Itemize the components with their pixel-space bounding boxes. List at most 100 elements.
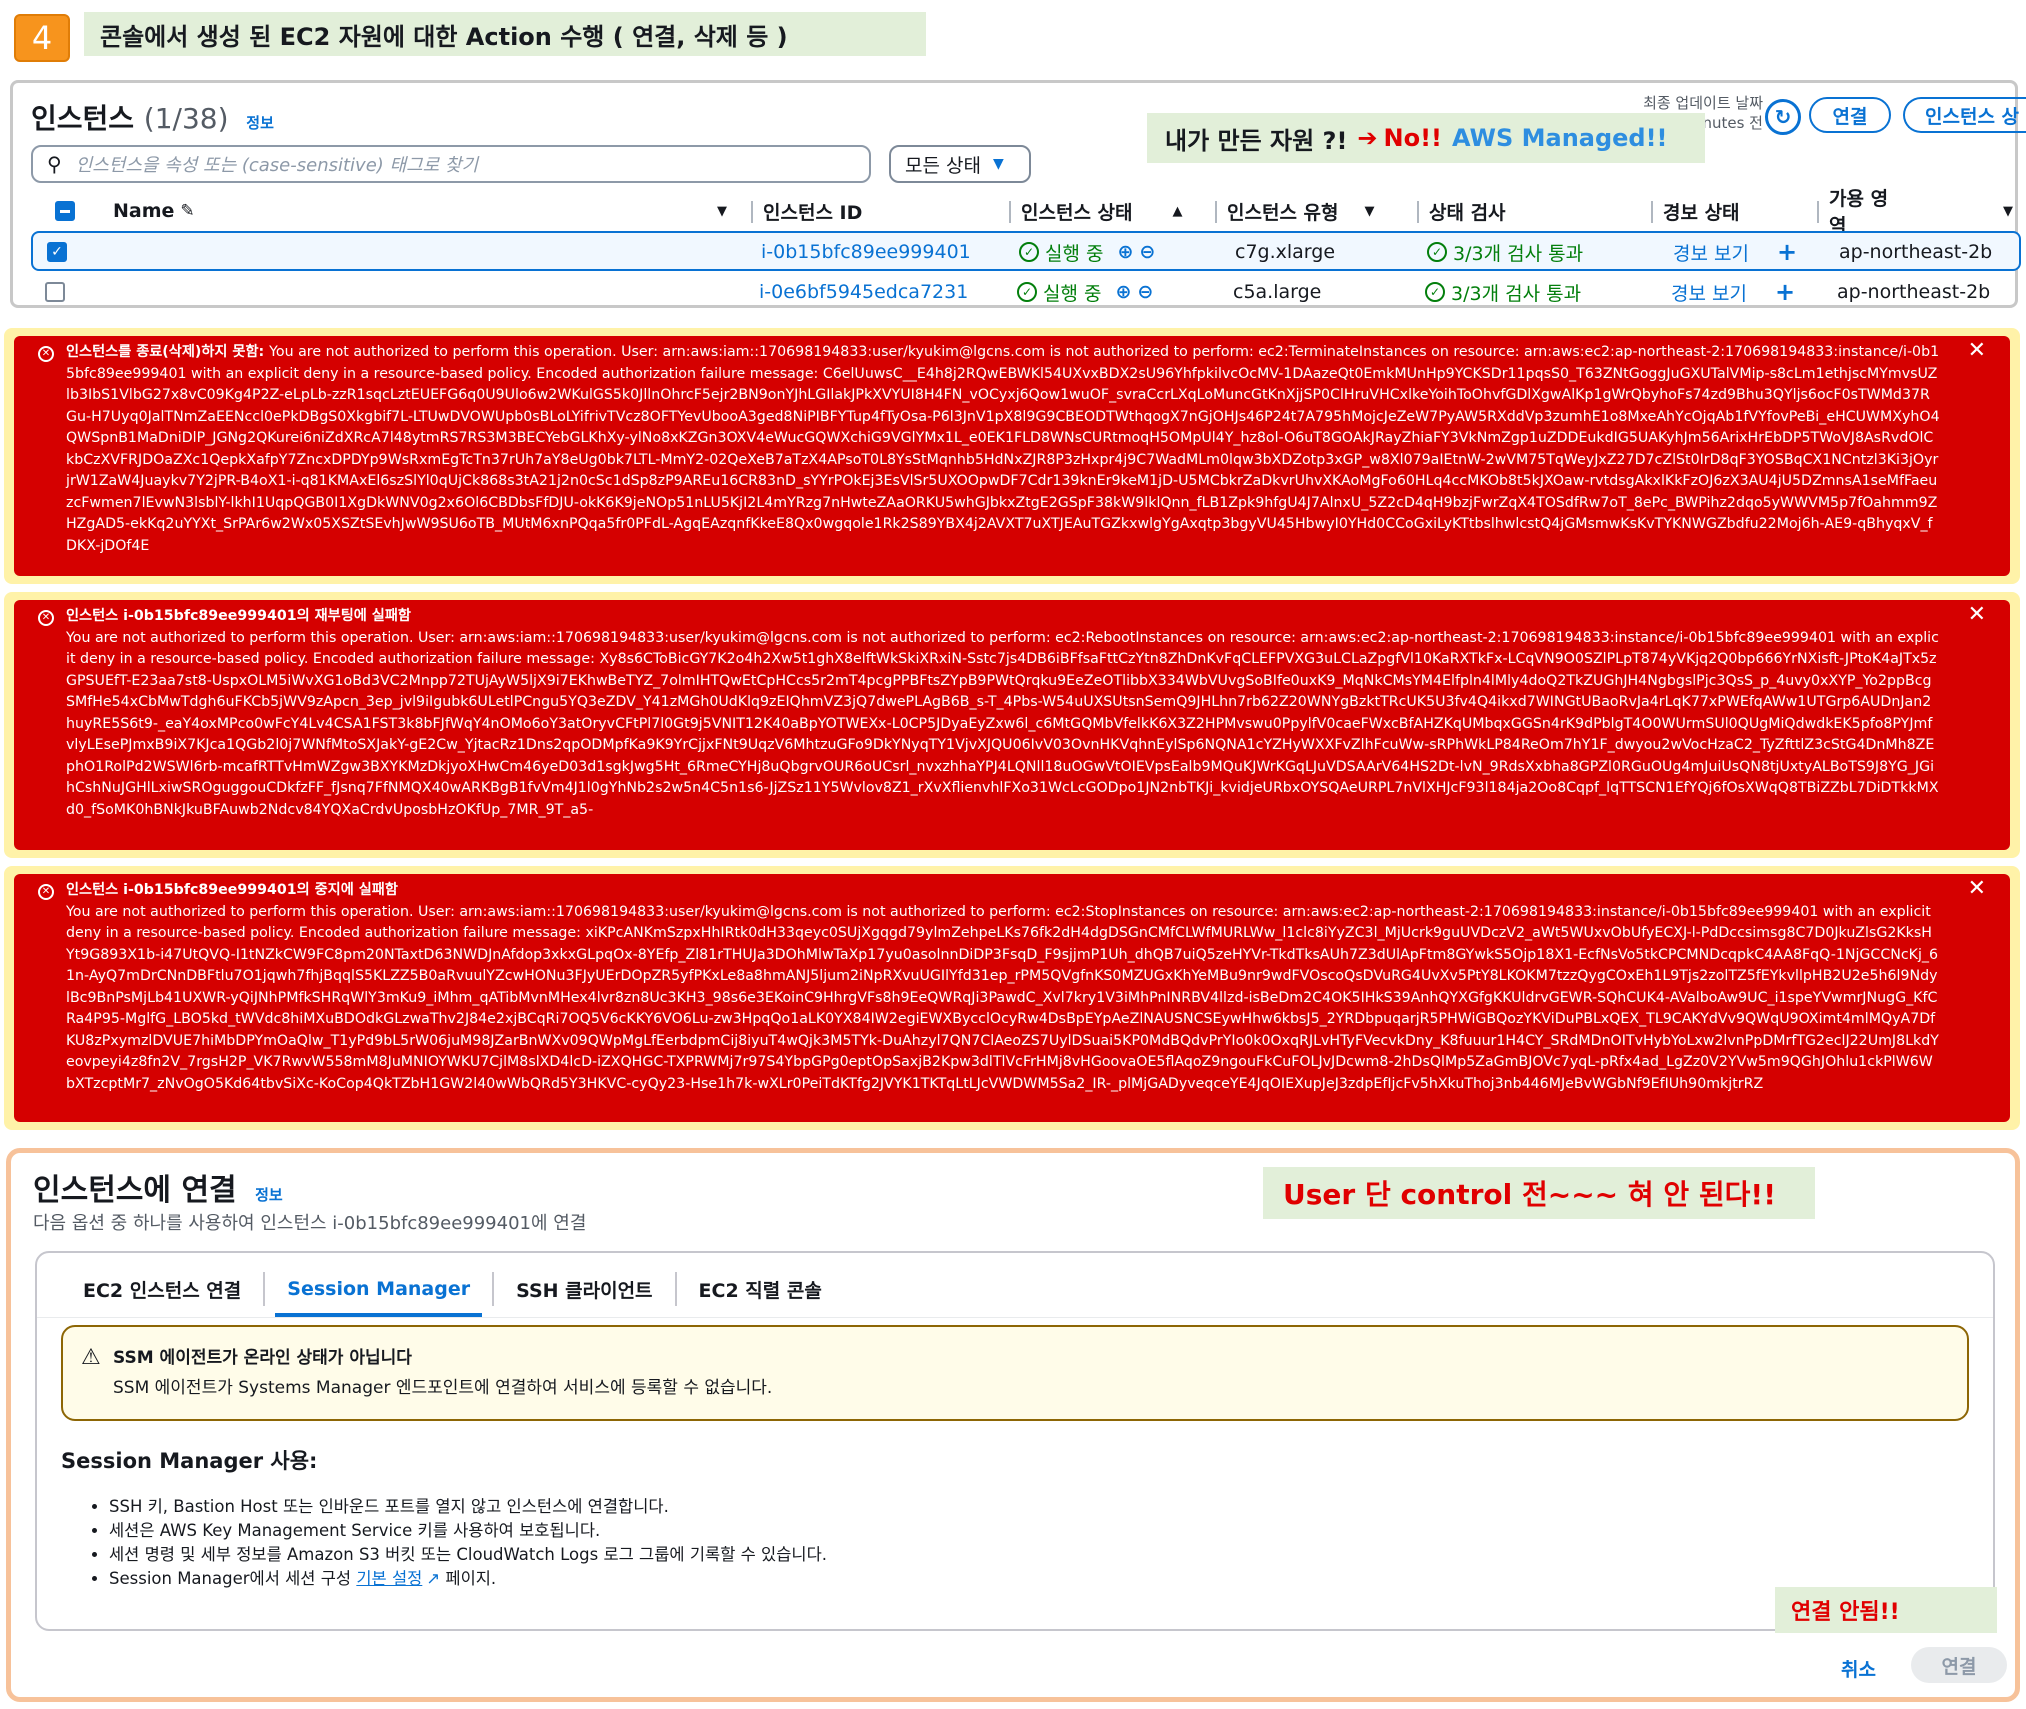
error-title: 인스턴스 i-0b15bfc89ee999401의 중지에 실패함	[66, 882, 398, 898]
tab-session-manager[interactable]: Session Manager	[265, 1261, 492, 1317]
tab-ec2-instance-connect[interactable]: EC2 인스턴스 연결	[61, 1261, 263, 1317]
connect-button[interactable]: 연결	[1809, 97, 1891, 133]
instances-info-link[interactable]: 정보	[246, 114, 274, 132]
connect-submit-button[interactable]: 연결	[1911, 1647, 2007, 1683]
terminate-error-panel: ✕ ✕ 인스턴스를 종료(삭제)하지 못함: You are not autho…	[4, 328, 2020, 584]
table-row[interactable]: ✓ i-0b15bfc89ee999401 ✓ 실행 중 ⊕⊖ c7g.xlarge…	[31, 231, 2021, 271]
error-message: You are not authorized to perform this o…	[66, 903, 1939, 1092]
column-instance-id[interactable]: 인스턴스 ID	[751, 191, 862, 231]
caret-down-icon: ▼	[992, 156, 1004, 172]
tab-ec2-serial-console[interactable]: EC2 직렬 콘솔	[677, 1261, 844, 1317]
connect-instance-panel: 인스턴스에 연결 정보 다음 옵션 중 하나를 사용하여 인스턴스 i-0b15…	[6, 1148, 2020, 1702]
check-circle-icon: ✓	[1017, 282, 1037, 302]
instances-count: (1/38)	[143, 102, 229, 135]
stop-error-flash: ✕ ✕ 인스턴스 i-0b15bfc89ee999401의 중지에 실패함 Yo…	[14, 874, 2010, 1122]
table-row[interactable]: i-0e6bf5945edca7231 ✓ 실행 중 ⊕⊖ c5a.large ✓ 3…	[31, 273, 2021, 313]
column-alarm-status[interactable]: 경보 상태	[1651, 191, 1740, 231]
select-all-checkbox[interactable]	[55, 201, 75, 221]
column-name[interactable]: Name ✎	[113, 191, 195, 231]
instance-id-link[interactable]: i-0b15bfc89ee999401	[761, 233, 971, 271]
availability-zone: ap-northeast-2b	[1837, 281, 1991, 303]
instances-panel: 인스턴스 (1/38) 정보 최종 업데이트 날짜 inutes 전 ↻ 연결 …	[10, 80, 2026, 308]
connect-title: 인스턴스에 연결	[33, 1173, 237, 1208]
reboot-error-panel: ✕ ✕ 인스턴스 i-0b15bfc89ee999401의 재부팅에 실패함 Y…	[4, 592, 2020, 858]
error-title: 인스턴스를 종료(삭제)하지 못함:	[66, 344, 270, 360]
connect-heading: 인스턴스에 연결 정보	[33, 1165, 283, 1209]
list-item: 세션 명령 및 세부 정보를 Amazon S3 버킷 또는 CloudWatc…	[109, 1543, 827, 1567]
list-item: Session Manager에서 세션 구성 기본 설정↗ 페이지.	[109, 1567, 827, 1591]
stop-error-panel: ✕ ✕ 인스턴스 i-0b15bfc89ee999401의 중지에 실패함 Yo…	[4, 866, 2020, 1130]
error-circle-icon: ✕	[38, 884, 54, 900]
connect-fail-annotation: 연결 안됨!!	[1775, 1587, 1997, 1633]
step-number-badge: 4	[14, 14, 70, 62]
availability-zone: ap-northeast-2b	[1839, 241, 1993, 263]
list-item: SSH 키, Bastion Host 또는 인바운드 포트를 열지 않고 인스…	[109, 1495, 827, 1519]
sort-desc-icon: ▼	[1364, 203, 1375, 219]
refresh-icon: ↻	[1774, 105, 1792, 129]
instance-type: c7g.xlarge	[1235, 241, 1336, 263]
session-manager-heading: Session Manager 사용:	[61, 1449, 318, 1473]
managed-annotation-prefix: 내가 만든 자원 ?!	[1165, 126, 1348, 155]
connect-tabs: EC2 인스턴스 연결 Session Manager SSH 클라이언트 EC…	[61, 1261, 844, 1317]
tab-ssh-client[interactable]: SSH 클라이언트	[494, 1261, 674, 1317]
close-icon[interactable]: ✕	[1968, 878, 1986, 900]
check-circle-icon: ✓	[1427, 242, 1447, 262]
reboot-error-flash: ✕ ✕ 인스턴스 i-0b15bfc89ee999401의 재부팅에 실패함 Y…	[14, 600, 2010, 850]
instance-search-input[interactable]: ⚲ 인스턴스을 속성 또는 (case-sensitive) 태그로 찾기	[31, 145, 871, 183]
row-checkbox[interactable]: ✓	[47, 242, 67, 262]
managed-annotation: 내가 만든 자원 ?! ➔ No!! AWS Managed!!	[1147, 113, 1705, 163]
error-circle-icon: ✕	[38, 610, 54, 626]
terminate-error-flash: ✕ ✕ 인스턴스를 종료(삭제)하지 못함: You are not autho…	[14, 336, 2010, 576]
zoom-icons[interactable]: ⊕⊖	[1115, 281, 1159, 303]
alarm-status[interactable]: 경보 보기 +	[1671, 273, 1795, 311]
plus-icon[interactable]: +	[1775, 278, 1795, 306]
column-instance-type[interactable]: 인스턴스 유형 ▼	[1215, 191, 1375, 231]
check-circle-icon: ✓	[1019, 242, 1039, 262]
managed-annotation-aws: AWS Managed!!	[1452, 124, 1668, 152]
close-icon[interactable]: ✕	[1968, 604, 1986, 626]
instance-state: ✓ 실행 중 ⊕⊖	[1017, 273, 1159, 311]
search-placeholder: 인스턴스을 속성 또는 (case-sensitive) 태그로 찾기	[75, 155, 479, 176]
plus-icon[interactable]: +	[1777, 238, 1797, 266]
column-availability-zone[interactable]: 가용 영역 ▼	[1817, 188, 2013, 237]
connect-info-link[interactable]: 정보	[255, 1186, 283, 1204]
external-link-icon: ↗	[426, 1569, 441, 1588]
instance-type: c5a.large	[1233, 281, 1322, 303]
cancel-button[interactable]: 취소	[1841, 1655, 1876, 1682]
refresh-button[interactable]: ↻	[1765, 99, 1801, 135]
error-message: You are not authorized to perform this o…	[66, 629, 1939, 818]
preferences-link[interactable]: 기본 설정	[356, 1569, 422, 1588]
step-title: 콘솔에서 생성 된 EC2 자원에 대한 Action 수행 ( 연결, 삭제 …	[84, 12, 926, 56]
error-message: You are not authorized to perform this o…	[66, 344, 1940, 554]
status-filter-select[interactable]: 모든 상태 ▼	[889, 145, 1031, 183]
error-circle-icon: ✕	[38, 346, 54, 362]
alarm-status[interactable]: 경보 보기 +	[1673, 233, 1797, 271]
zoom-icons[interactable]: ⊕⊖	[1117, 241, 1161, 263]
instance-state-button[interactable]: 인스턴스 상	[1903, 97, 2026, 133]
error-title: 인스턴스 i-0b15bfc89ee999401의 재부팅에 실패함	[66, 608, 411, 624]
step-number: 4	[31, 19, 53, 57]
session-manager-benefits: SSH 키, Bastion Host 또는 인바운드 포트를 열지 않고 인스…	[109, 1495, 827, 1591]
column-instance-state[interactable]: 인스턴스 상태 ▲	[1009, 191, 1183, 231]
arrow-icon: ➔	[1357, 124, 1378, 152]
name-filter-caret[interactable]: ▼	[707, 191, 727, 231]
instances-title: 인스턴스	[31, 102, 135, 135]
warning-title: SSM 에이전트가 온라인 상태가 아닙니다	[113, 1348, 412, 1368]
edit-icon: ✎	[180, 201, 195, 221]
instance-id-link[interactable]: i-0e6bf5945edca7231	[759, 273, 968, 311]
search-icon: ⚲	[47, 152, 62, 176]
row-checkbox[interactable]	[45, 282, 65, 302]
check-circle-icon: ✓	[1425, 282, 1445, 302]
warning-icon: ⚠	[81, 1345, 101, 1370]
column-status-check[interactable]: 상태 검사	[1417, 191, 1506, 231]
user-control-annotation: User 단 control 전~~~ 혀 안 된다!!	[1263, 1167, 1815, 1219]
ssm-warning-alert: ⚠ SSM 에이전트가 온라인 상태가 아닙니다 SSM 에이전트가 Syste…	[61, 1325, 1969, 1421]
managed-annotation-no: No!!	[1383, 124, 1442, 152]
instance-state: ✓ 실행 중 ⊕⊖	[1019, 233, 1161, 271]
connect-options-card: EC2 인스턴스 연결 Session Manager SSH 클라이언트 EC…	[35, 1251, 1995, 1631]
warning-text: SSM 에이전트가 Systems Manager 엔드포인트에 연결하여 서비…	[113, 1378, 773, 1398]
connect-subtitle: 다음 옵션 중 하나를 사용하여 인스턴스 i-0b15bfc89ee99940…	[33, 1213, 587, 1234]
status-check: ✓ 3/3개 검사 통과	[1425, 273, 1581, 311]
close-icon[interactable]: ✕	[1968, 340, 1986, 362]
status-filter-value: 모든 상태	[905, 154, 981, 177]
